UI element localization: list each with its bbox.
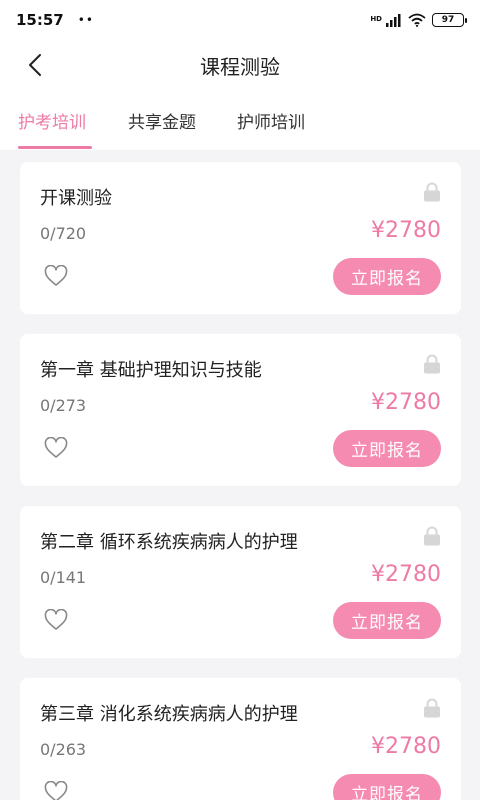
- tab-hukao-peixun[interactable]: 护考培训: [18, 108, 86, 133]
- status-bar: 15:57 •• HD 97: [0, 0, 480, 40]
- lock-icon: [424, 354, 440, 374]
- signal-icon: [386, 13, 401, 27]
- tab-gongxiang-jinti[interactable]: 共享金题: [128, 108, 196, 133]
- course-card[interactable]: 第三章 消化系统疾病病人的护理 0/263 ¥2780 立即报名: [20, 678, 461, 800]
- course-title: 开课测验: [40, 188, 112, 209]
- status-time: 15:57: [16, 11, 64, 29]
- enroll-button[interactable]: 立即报名: [333, 602, 441, 639]
- nav-bar: 课程测验: [0, 40, 480, 90]
- lock-icon: [424, 526, 440, 546]
- course-price: ¥2780: [371, 390, 441, 415]
- hd-badge: HD: [370, 15, 382, 23]
- course-progress: 0/273: [40, 396, 87, 415]
- enroll-button[interactable]: 立即报名: [333, 430, 441, 467]
- course-title: 第二章 循环系统疾病病人的护理: [40, 532, 298, 553]
- wifi-icon: [408, 13, 426, 27]
- course-card[interactable]: 第二章 循环系统疾病病人的护理 0/141 ¥2780 立即报名: [20, 506, 461, 658]
- enroll-button[interactable]: 立即报名: [333, 774, 441, 800]
- active-tab-indicator: [18, 146, 92, 149]
- notification-dots: ••: [77, 13, 94, 27]
- course-title: 第一章 基础护理知识与技能: [40, 360, 262, 381]
- chevron-left-icon: [29, 54, 41, 76]
- back-button[interactable]: [20, 48, 50, 82]
- battery-indicator: 97: [432, 13, 467, 27]
- tab-hushi-peixun[interactable]: 护师培训: [237, 108, 305, 133]
- lock-icon: [424, 182, 440, 202]
- course-price: ¥2780: [371, 218, 441, 243]
- course-price: ¥2780: [371, 734, 441, 759]
- battery-level: 97: [441, 15, 455, 25]
- course-price: ¥2780: [371, 562, 441, 587]
- course-progress: 0/720: [40, 224, 87, 243]
- course-card[interactable]: 开课测验 0/720 ¥2780 立即报名: [20, 162, 461, 314]
- tab-bar: 护考培训 共享金题 护师培训: [0, 100, 480, 150]
- heart-icon[interactable]: [44, 265, 68, 287]
- lock-icon: [424, 698, 440, 718]
- course-progress: 0/141: [40, 568, 87, 587]
- enroll-button[interactable]: 立即报名: [333, 258, 441, 295]
- heart-icon[interactable]: [44, 437, 68, 459]
- heart-icon[interactable]: [44, 781, 68, 800]
- course-card[interactable]: 第一章 基础护理知识与技能 0/273 ¥2780 立即报名: [20, 334, 461, 486]
- course-title: 第三章 消化系统疾病病人的护理: [40, 704, 298, 725]
- status-icons: HD 97: [370, 13, 467, 27]
- heart-icon[interactable]: [44, 609, 68, 631]
- page-title: 课程测验: [200, 54, 280, 79]
- course-progress: 0/263: [40, 740, 87, 759]
